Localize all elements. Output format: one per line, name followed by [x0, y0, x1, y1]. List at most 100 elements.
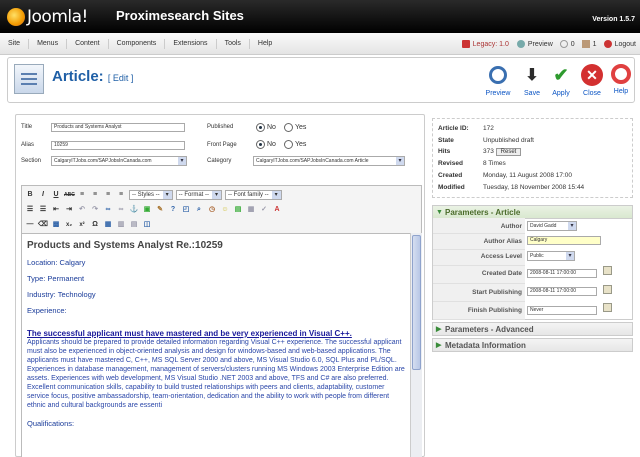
info-modified: Modified Tuesday, 18 November 2008 15:44 — [438, 184, 584, 191]
menu-help[interactable]: Help — [250, 39, 280, 49]
styles-dropdown[interactable]: -- Styles -- — [129, 190, 173, 200]
legacy-link[interactable]: Legacy: 1.0 — [473, 41, 509, 48]
remove-format-icon[interactable]: ⌫ — [38, 220, 48, 230]
text-color-icon[interactable]: A — [272, 205, 282, 215]
title-input[interactable]: Products and Systems Analyst — [51, 123, 185, 132]
preview-button[interactable]: Preview — [483, 64, 513, 97]
preview-icon — [489, 66, 507, 84]
author-alias-input[interactable]: Calgary — [527, 236, 601, 245]
frontpage-label: Front Page — [207, 142, 237, 148]
unlink-icon[interactable]: ∞ — [116, 205, 126, 215]
cleanup-icon[interactable]: ✎ — [155, 205, 165, 215]
date-icon[interactable]: ◷ — [207, 205, 217, 215]
pane-title: Parameters - Advanced — [445, 325, 534, 334]
close-label: Close — [583, 90, 601, 97]
calendar-icon[interactable] — [603, 303, 612, 312]
editor-content-area[interactable]: Products and Systems Analyst Re.:10259 L… — [22, 233, 410, 457]
section-select[interactable]: CalgaryITJobs.com/SAPJobsInCanada.com — [51, 156, 187, 166]
visual-aid-icon[interactable]: ▩ — [51, 220, 61, 230]
cell-props-icon[interactable]: ▤ — [129, 220, 139, 230]
author-alias-label: Author Alias — [483, 238, 522, 245]
info-label: Hits — [438, 148, 451, 155]
messages-count[interactable]: 0 — [571, 41, 575, 48]
menu-content[interactable]: Content — [67, 38, 109, 49]
logout-link[interactable]: Logout — [615, 41, 636, 48]
font-family-dropdown[interactable]: -- Font family -- — [225, 190, 282, 200]
subscript-icon[interactable]: x₂ — [64, 220, 74, 230]
numbered-list-icon[interactable]: ☰ — [38, 205, 48, 215]
underline-icon[interactable]: U — [51, 190, 61, 200]
html-source-icon[interactable]: ◰ — [181, 205, 191, 215]
metadata-header[interactable]: ▶ Metadata Information — [432, 338, 633, 352]
version-label: Version 1.5.7 — [592, 16, 635, 23]
emotions-icon[interactable]: ☺ — [220, 205, 230, 215]
reset-hits-button[interactable]: Reset — [495, 148, 522, 156]
info-label: Article ID: — [438, 125, 469, 132]
find-icon[interactable]: ⌕ — [194, 205, 204, 215]
users-icon — [581, 40, 590, 48]
redo-icon[interactable]: ↷ — [90, 205, 100, 215]
italic-icon[interactable]: I — [38, 190, 48, 200]
info-hits: Hits 373 Reset — [438, 148, 522, 156]
joomla-logo-icon — [7, 8, 25, 26]
collapsed-arrow-icon: ▶ — [436, 326, 442, 333]
strikethrough-icon[interactable]: ABC — [64, 190, 75, 200]
align-center-icon[interactable]: ≡ — [90, 190, 100, 200]
menu-tools[interactable]: Tools — [217, 38, 250, 49]
help-editor-icon[interactable]: ? — [168, 205, 178, 215]
start-publishing-input[interactable]: 2008-08-11 17:00:00 — [527, 287, 597, 296]
undo-icon[interactable]: ↶ — [77, 205, 87, 215]
align-left-icon[interactable]: ≡ — [77, 190, 87, 200]
title-label: Title — [21, 124, 33, 130]
content-body: Applicants should be prepared to provide… — [27, 339, 405, 409]
menu-site[interactable]: Site — [0, 38, 30, 49]
alias-input[interactable]: 10259 — [51, 141, 185, 150]
published-no[interactable]: No — [256, 123, 276, 132]
align-right-icon[interactable]: ≡ — [103, 190, 113, 200]
preview-link[interactable]: Preview — [528, 41, 553, 48]
access-level-select[interactable]: Public — [527, 251, 575, 261]
menu-components[interactable]: Components — [109, 38, 166, 49]
superscript-icon[interactable]: x² — [77, 220, 87, 230]
close-button[interactable]: ✕ Close — [577, 64, 607, 97]
menu-extensions[interactable]: Extensions — [165, 38, 217, 49]
calendar-icon[interactable] — [603, 266, 612, 275]
row-props-icon[interactable]: ▥ — [116, 220, 126, 230]
published-yes[interactable]: Yes — [284, 123, 306, 132]
char-map-icon[interactable]: Ω — [90, 220, 100, 230]
format-dropdown[interactable]: -- Format -- — [175, 190, 222, 200]
align-justify-icon[interactable]: ≡ — [116, 190, 126, 200]
scrollbar-thumb[interactable] — [412, 235, 421, 370]
image-icon[interactable]: ▣ — [142, 205, 152, 215]
indent-icon[interactable]: ⇥ — [64, 205, 74, 215]
table-icon[interactable]: ▦ — [103, 220, 113, 230]
params-advanced-header[interactable]: ▶ Parameters - Advanced — [432, 322, 633, 336]
link-icon[interactable]: ∞ — [103, 205, 113, 215]
frontpage-no[interactable]: No — [256, 140, 276, 149]
bold-icon[interactable]: B — [25, 190, 35, 200]
content-experience: Experience: — [27, 306, 67, 315]
category-select[interactable]: CalgaryITJobs.com/SAPJobsInCanada.com Ar… — [253, 156, 405, 166]
menu-menus[interactable]: Menus — [29, 38, 68, 49]
layer-icon[interactable]: ▦ — [246, 205, 256, 215]
apply-button[interactable]: ✔ Apply — [546, 64, 576, 98]
bullet-list-icon[interactable]: ☰ — [25, 205, 35, 215]
save-button[interactable]: ⬇ Save — [517, 64, 547, 97]
params-article-header[interactable]: ▼ Parameters - Article — [432, 205, 633, 219]
author-select[interactable]: David Gadd — [527, 221, 577, 231]
info-value: 172 — [483, 125, 494, 132]
horizontal-rule-icon[interactable]: — — [25, 220, 35, 230]
help-button[interactable]: Help — [606, 64, 636, 95]
editor-scrollbar[interactable] — [410, 233, 422, 457]
spellcheck-icon[interactable]: ✓ — [259, 205, 269, 215]
users-count[interactable]: 1 — [593, 41, 597, 48]
calendar-icon[interactable] — [603, 285, 612, 294]
frontpage-yes[interactable]: Yes — [284, 140, 306, 149]
anchor-icon[interactable]: ⚓ — [129, 205, 139, 215]
fullscreen-icon[interactable]: ◫ — [142, 220, 152, 230]
pane-title: Metadata Information — [445, 341, 526, 350]
outdent-icon[interactable]: ⇤ — [51, 205, 61, 215]
media-icon[interactable]: ▤ — [233, 205, 243, 215]
finish-publishing-input[interactable]: Never — [527, 306, 597, 315]
created-date-input[interactable]: 2008-08-11 17:00:00 — [527, 269, 597, 278]
